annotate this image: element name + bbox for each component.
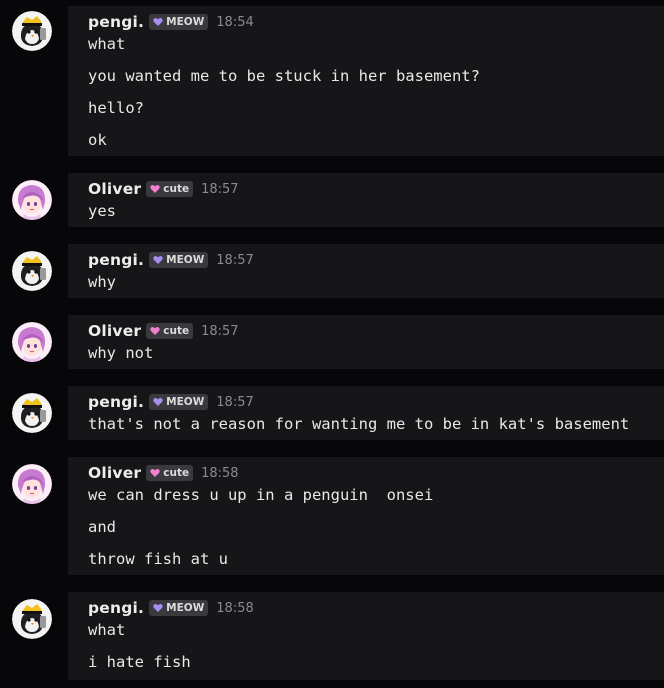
badge-label: MEOW <box>166 254 205 266</box>
message-header: pengi. MEOW 18:54 <box>88 13 644 31</box>
badge-label: MEOW <box>166 396 205 408</box>
message-text: hello? <box>88 99 144 117</box>
avatar-pengi[interactable] <box>12 11 52 51</box>
timestamp: 18:57 <box>216 394 254 410</box>
heart-icon <box>150 326 160 336</box>
timestamp: 18:58 <box>201 465 239 481</box>
message-header: pengi. MEOW 18:57 <box>88 251 644 269</box>
role-badge[interactable]: MEOW <box>149 600 209 616</box>
avatar-pengi[interactable] <box>12 393 52 433</box>
heart-icon <box>150 184 160 194</box>
badge-label: MEOW <box>166 602 205 614</box>
anime-avatar-icon <box>12 322 52 362</box>
role-badge[interactable]: MEOW <box>149 14 209 30</box>
penguin-avatar-icon <box>12 11 52 51</box>
badge-label: MEOW <box>166 16 205 28</box>
role-badge[interactable]: MEOW <box>149 252 209 268</box>
avatar-pengi[interactable] <box>12 251 52 291</box>
penguin-avatar-icon <box>12 599 52 639</box>
heart-icon <box>150 468 160 478</box>
role-badge[interactable]: MEOW <box>149 394 209 410</box>
timestamp: 18:54 <box>216 14 254 30</box>
timestamp: 18:57 <box>201 181 239 197</box>
message-bubble: Oliver cute 18:57 yes <box>68 173 664 227</box>
message-text: what <box>88 621 126 639</box>
username[interactable]: Oliver <box>88 180 141 198</box>
message-header: Oliver cute 18:58 <box>88 464 644 482</box>
timestamp: 18:57 <box>216 252 254 268</box>
message-header: pengi. MEOW 18:58 <box>88 599 644 617</box>
avatar-oliver[interactable] <box>12 464 52 504</box>
anime-avatar-icon <box>12 180 52 220</box>
role-badge[interactable]: cute <box>146 323 194 339</box>
message-text: and <box>88 518 116 536</box>
avatar-pengi[interactable] <box>12 599 52 639</box>
timestamp: 18:58 <box>216 600 254 616</box>
message-text: throw fish at u <box>88 550 228 568</box>
heart-icon <box>153 17 163 27</box>
heart-icon <box>153 603 163 613</box>
message-bubble: pengi. MEOW 18:58 what i hate fish <box>68 592 664 680</box>
message-text: yes <box>88 202 116 220</box>
username[interactable]: Oliver <box>88 464 141 482</box>
message-header: Oliver cute 18:57 <box>88 180 644 198</box>
message-text: i hate fish <box>88 653 191 671</box>
timestamp: 18:57 <box>201 323 239 339</box>
message-text: why <box>88 273 116 291</box>
badge-label: cute <box>163 183 190 195</box>
message-text: ok <box>88 131 107 149</box>
message-header: Oliver cute 18:57 <box>88 322 644 340</box>
heart-icon <box>153 255 163 265</box>
role-badge[interactable]: cute <box>146 465 194 481</box>
message-bubble: pengi. MEOW 18:54 what you wanted me to … <box>68 6 664 156</box>
username[interactable]: pengi. <box>88 13 144 31</box>
message-bubble: Oliver cute 18:57 why not <box>68 315 664 369</box>
role-badge[interactable]: cute <box>146 181 194 197</box>
badge-label: cute <box>163 325 190 337</box>
message-header: pengi. MEOW 18:57 <box>88 393 644 411</box>
message-text: why not <box>88 344 154 362</box>
message-text: we can dress u up in a penguin onsei <box>88 486 434 504</box>
message-bubble: Oliver cute 18:58 we can dress u up in a… <box>68 457 664 575</box>
avatar-oliver[interactable] <box>12 322 52 362</box>
badge-label: cute <box>163 467 190 479</box>
message-bubble: pengi. MEOW 18:57 that's not a reason fo… <box>68 386 664 440</box>
penguin-avatar-icon <box>12 251 52 291</box>
chat-log: pengi. MEOW 18:54 what you wanted me to … <box>0 0 664 688</box>
username[interactable]: Oliver <box>88 322 141 340</box>
username[interactable]: pengi. <box>88 251 144 269</box>
penguin-avatar-icon <box>12 393 52 433</box>
username[interactable]: pengi. <box>88 599 144 617</box>
username[interactable]: pengi. <box>88 393 144 411</box>
message-text: what <box>88 35 126 53</box>
heart-icon <box>153 397 163 407</box>
message-text: you wanted me to be stuck in her basemen… <box>88 67 480 85</box>
message-bubble: pengi. MEOW 18:57 why <box>68 244 664 298</box>
message-text: that's not a reason for wanting me to be… <box>88 415 630 433</box>
avatar-oliver[interactable] <box>12 180 52 220</box>
anime-avatar-icon <box>12 464 52 504</box>
